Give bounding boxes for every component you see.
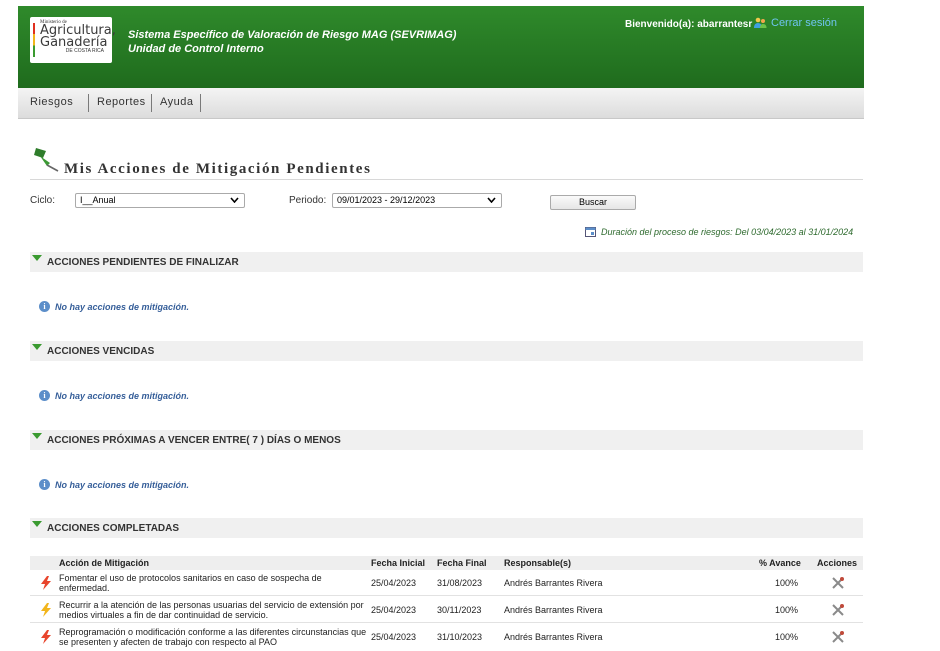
col-actions: Acciones <box>817 558 858 568</box>
edit-tools-icon[interactable] <box>831 603 845 617</box>
duration-note: Duración del proceso de riesgos: Del 03/… <box>585 227 853 237</box>
col-responsible[interactable]: Responsable(s) <box>504 558 571 568</box>
section-completed[interactable]: ACCIONES COMPLETADAS <box>30 518 863 538</box>
logout-link[interactable]: Cerrar sesión <box>753 17 837 29</box>
ciclo-label: Ciclo: <box>30 195 56 206</box>
table-row: Recurrir a la atención de las personas u… <box>30 598 863 623</box>
info-icon: i <box>39 479 50 490</box>
collapse-triangle-icon[interactable] <box>32 344 42 350</box>
search-button[interactable]: Buscar <box>550 195 636 210</box>
users-icon <box>754 17 767 28</box>
app-header: Ministerio de Agricultura, Ganadería DE … <box>18 6 864 88</box>
nav-divider <box>151 94 152 112</box>
nav-ayuda[interactable]: Ayuda <box>160 96 194 108</box>
lightning-bolt-icon <box>41 630 51 644</box>
col-action[interactable]: Acción de Mitigación <box>59 558 149 568</box>
edit-tools-icon[interactable] <box>831 630 845 644</box>
lightning-bolt-icon <box>41 576 51 590</box>
pushpin-icon <box>34 148 59 172</box>
collapse-triangle-icon[interactable] <box>32 255 42 261</box>
section-overdue[interactable]: ACCIONES VENCIDAS <box>30 341 863 361</box>
periodo-label: Periodo: <box>289 195 327 206</box>
empty-message: i No hay acciones de mitigación. <box>39 390 189 401</box>
section-due-soon[interactable]: ACCIONES PRÓXIMAS A VENCER ENTRE( 7 ) DÍ… <box>30 430 863 450</box>
section-pending[interactable]: ACCIONES PENDIENTES DE FINALIZAR <box>30 252 863 272</box>
ciclo-select[interactable]: I__Anual <box>75 193 245 208</box>
table-header: Acción de Mitigación Fecha Inicial Fecha… <box>30 556 863 570</box>
empty-message: i No hay acciones de mitigación. <box>39 301 189 312</box>
ministry-logo: Ministerio de Agricultura, Ganadería DE … <box>30 17 116 63</box>
page-title: Mis Acciones de Mitigación Pendientes <box>64 161 372 177</box>
table-row: Reprogramación o modificación conforme a… <box>30 625 863 649</box>
nav-reportes[interactable]: Reportes <box>97 96 146 108</box>
info-icon: i <box>39 301 50 312</box>
table-row: Fomentar el uso de protocolos sanitarios… <box>30 571 863 596</box>
system-title: Sistema Específico de Valoración de Ries… <box>128 28 456 56</box>
chevron-down-icon <box>230 197 239 203</box>
chevron-down-icon <box>487 197 496 203</box>
col-start-date[interactable]: Fecha Inicial <box>371 558 425 568</box>
empty-message: i No hay acciones de mitigación. <box>39 479 189 490</box>
col-progress[interactable]: % Avance <box>759 558 801 568</box>
system-name: Sistema Específico de Valoración de Ries… <box>128 29 457 41</box>
col-end-date[interactable]: Fecha Final <box>437 558 487 568</box>
edit-tools-icon[interactable] <box>831 576 845 590</box>
calendar-icon <box>585 227 596 237</box>
info-icon: i <box>39 390 50 401</box>
page-title-row: Mis Acciones de Mitigación Pendientes <box>30 145 863 180</box>
nav-divider <box>88 94 89 112</box>
unit-name: Unidad de Control Interno <box>128 43 264 55</box>
periodo-select[interactable]: 09/01/2023 - 29/12/2023 <box>332 193 502 208</box>
lightning-bolt-icon <box>41 603 51 617</box>
collapse-triangle-icon[interactable] <box>32 433 42 439</box>
welcome-text: Bienvenido(a): abarrantesr <box>625 19 753 30</box>
nav-divider <box>200 94 201 112</box>
collapse-triangle-icon[interactable] <box>32 521 42 527</box>
nav-riesgos[interactable]: Riesgos <box>30 96 73 108</box>
main-navbar: Riesgos Reportes Ayuda <box>18 88 864 119</box>
